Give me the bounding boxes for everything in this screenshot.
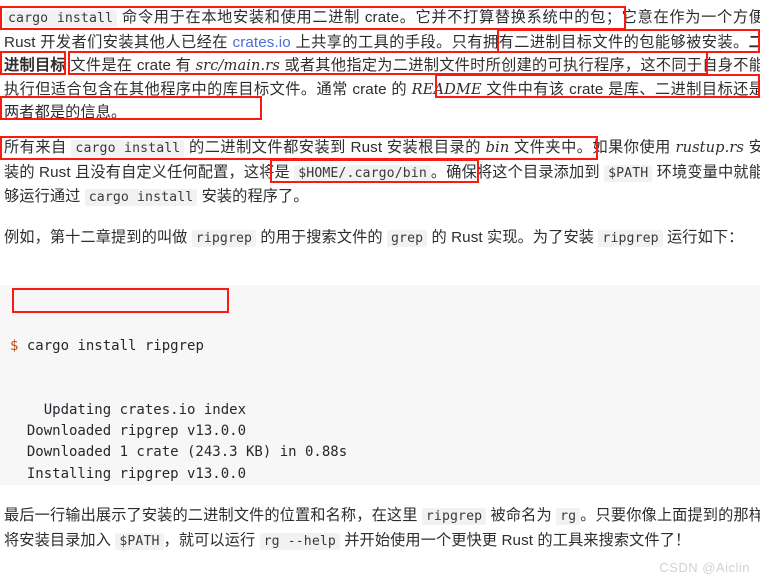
annotation-box-5 (435, 74, 760, 98)
annotation-box-1 (0, 6, 626, 30)
annotation-box-7 (0, 136, 598, 160)
annotation-box-3 (0, 51, 66, 75)
csdn-watermark: CSDN @Aiclin (659, 560, 750, 575)
annotation-box-2 (497, 29, 760, 53)
annotation-box-6 (0, 96, 262, 120)
annotation-box-4 (68, 51, 708, 75)
article-page: cargo install 命令用于在本地安装和使用二进制 crate。它并不打… (0, 0, 760, 581)
annotation-box-8 (270, 159, 479, 183)
annotation-layer (0, 0, 760, 581)
annotation-box-9 (12, 288, 229, 313)
